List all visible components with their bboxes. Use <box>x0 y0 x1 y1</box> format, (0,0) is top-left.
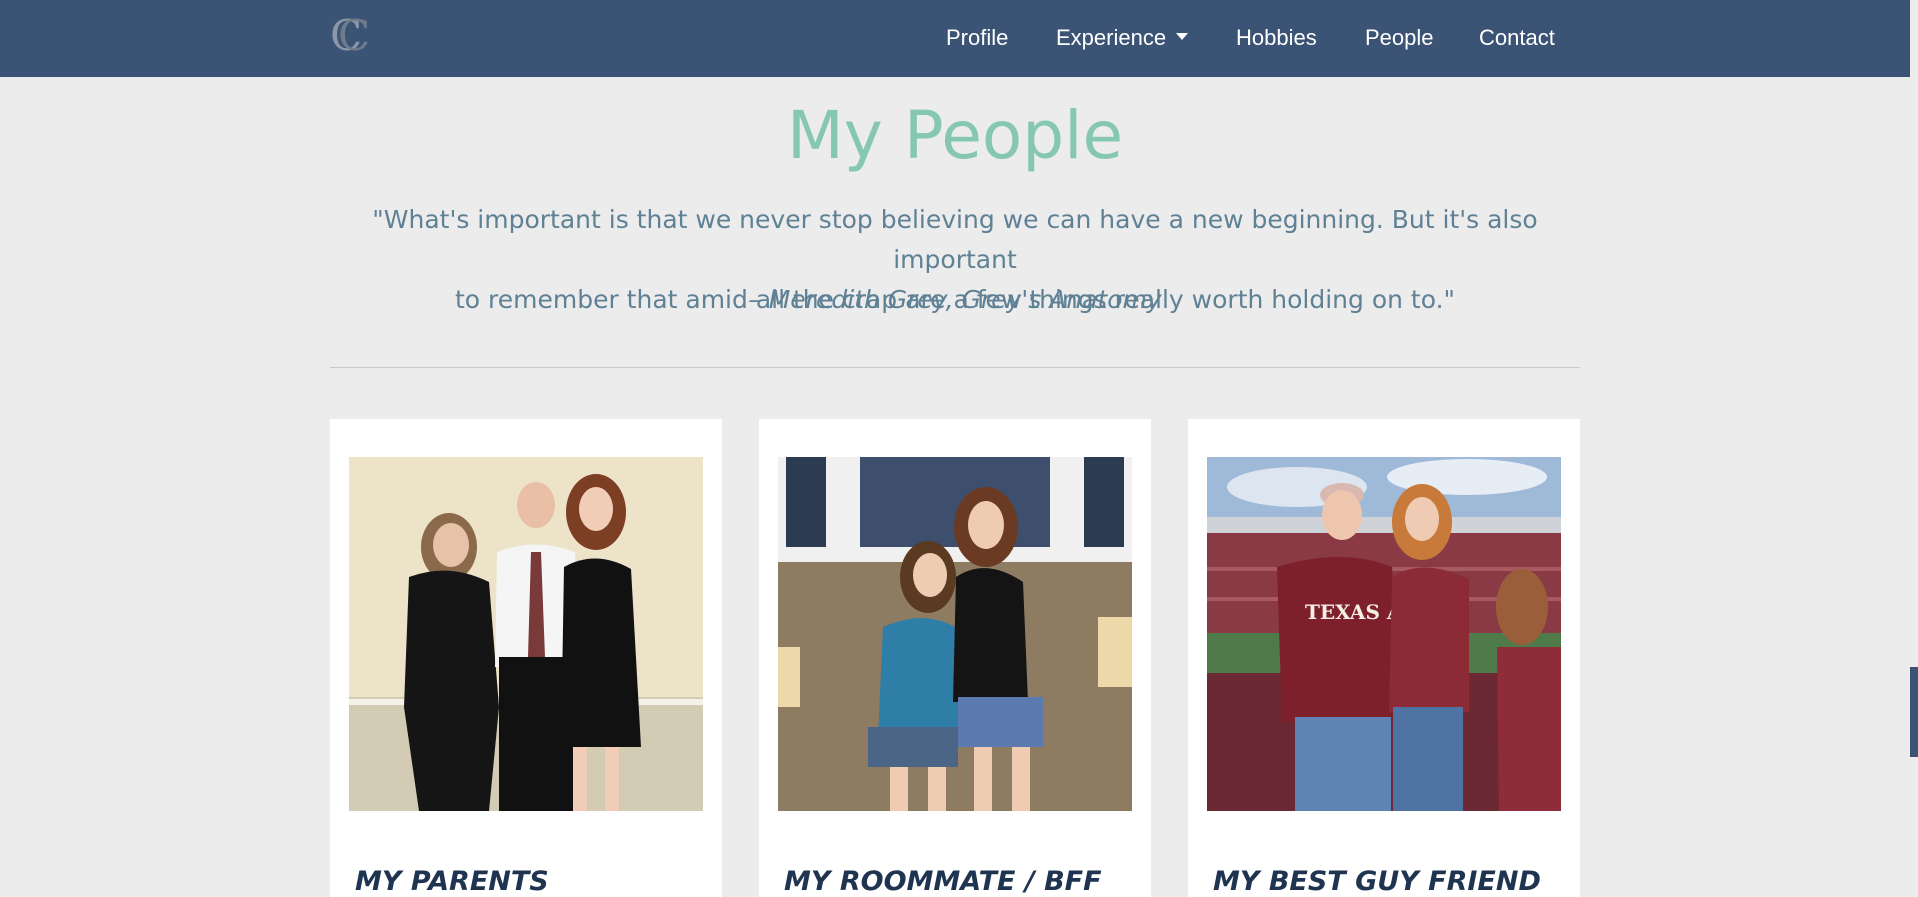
nav-item-experience[interactable]: Experience <box>1056 24 1189 52</box>
person-card-best-guy-friend: TEXAS A&M MY BEST GUY FRIEND <box>1188 419 1580 897</box>
brand-letter-overlay: C <box>338 11 371 60</box>
quote-line-1: "What's important is that we never stop … <box>372 205 1538 274</box>
card-title: MY PARENTS <box>355 866 549 897</box>
family-photo <box>349 457 703 811</box>
person-card-parents: MY PARENTS <box>330 419 722 897</box>
nav-item-contact[interactable]: Contact <box>1479 24 1555 52</box>
card-title: MY ROOMMATE / BFF <box>784 866 1102 897</box>
card-title: MY BEST GUY FRIEND <box>1213 866 1541 897</box>
section-divider <box>330 367 1580 368</box>
navbar: C C Profile Experience Hobbies People Co… <box>0 0 1910 77</box>
nav-item-profile[interactable]: Profile <box>946 24 1008 52</box>
scrollbar-thumb[interactable] <box>1910 667 1918 757</box>
nav-item-experience-label: Experience <box>1056 25 1167 50</box>
quote-attribution: – Meredith Grey, Grey's Anatomy <box>748 285 1162 314</box>
nav-item-people[interactable]: People <box>1365 24 1434 52</box>
person-card-roommate: MY ROOMMATE / BFF <box>759 419 1151 897</box>
page-title: My People <box>786 97 1124 174</box>
brand-logo[interactable]: C C <box>330 14 370 58</box>
nav-item-hobbies[interactable]: Hobbies <box>1236 24 1317 52</box>
friends-photo <box>778 457 1132 811</box>
chevron-down-icon <box>1176 32 1189 40</box>
stadium-photo: TEXAS A&M <box>1207 457 1561 811</box>
